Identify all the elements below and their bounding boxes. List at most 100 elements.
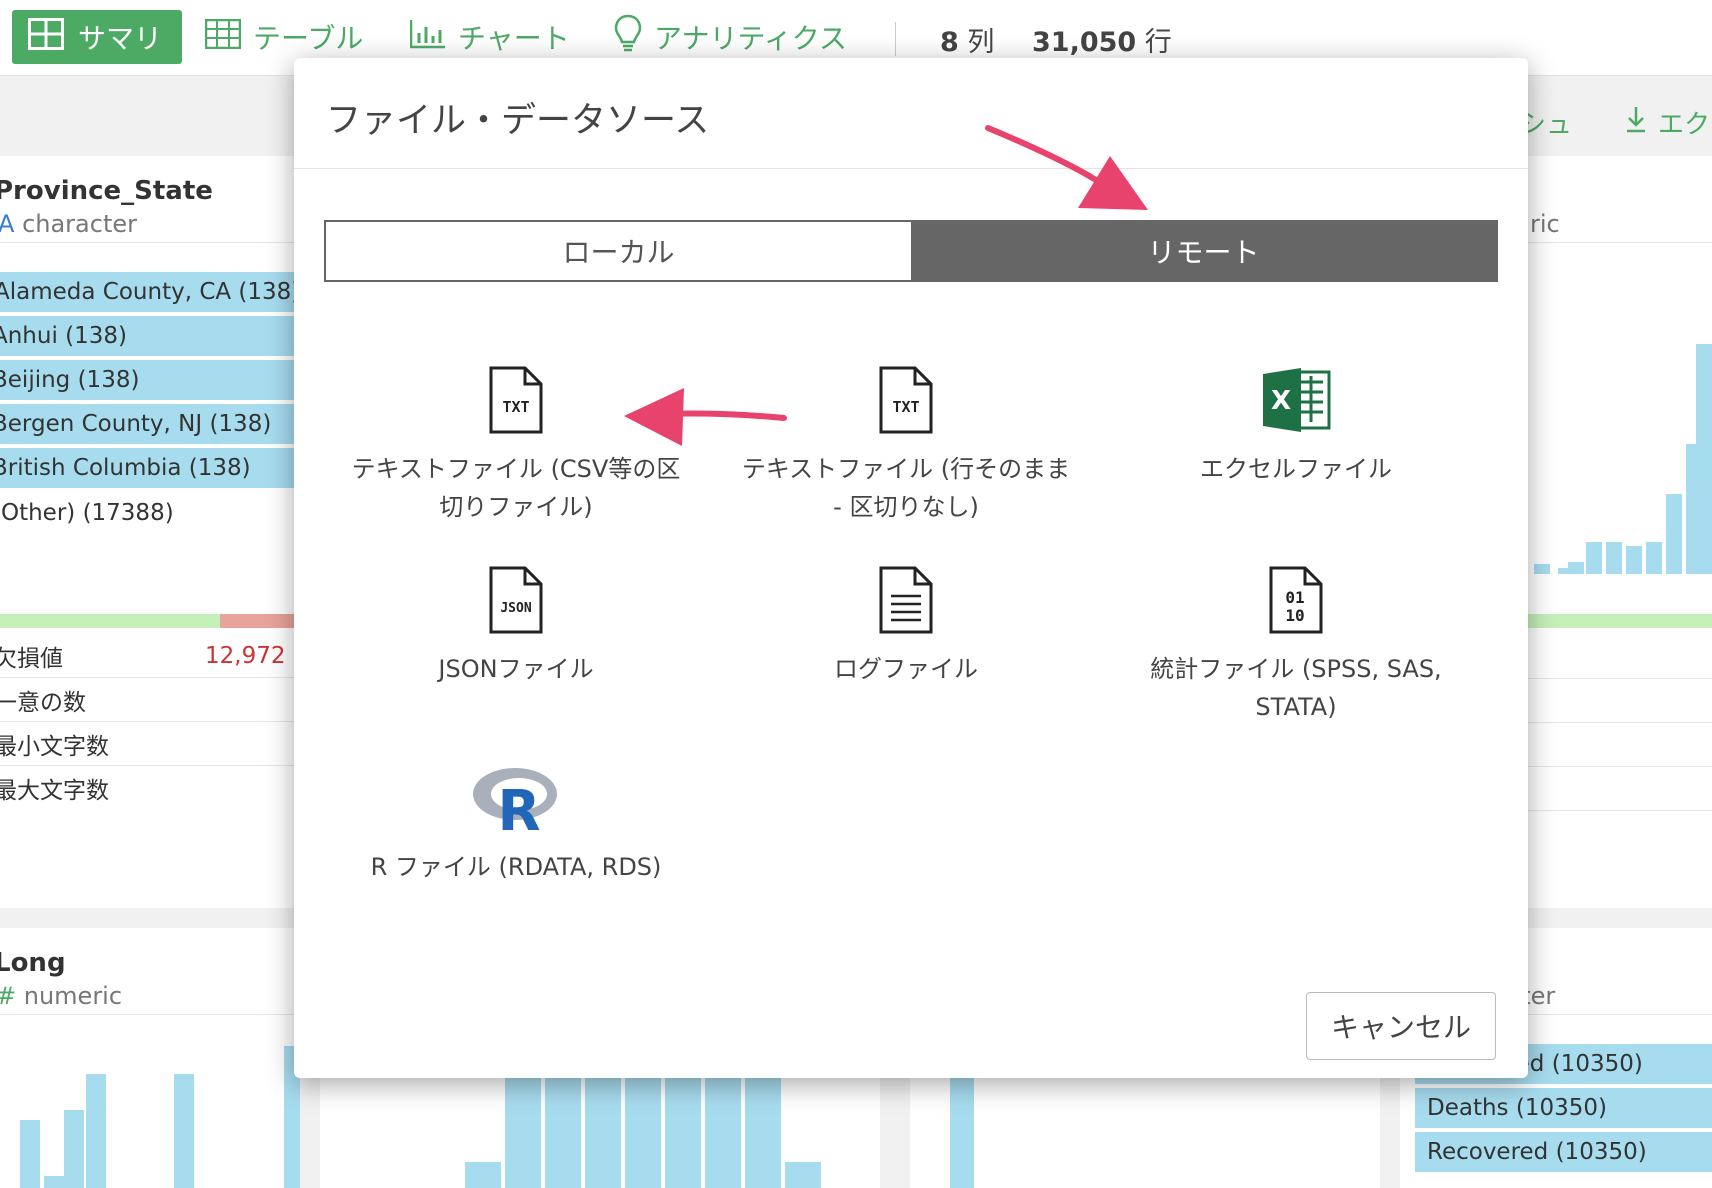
stat-missing: 欠損値 12,972: [0, 634, 300, 678]
row-count: 31,050 行: [1032, 27, 1172, 58]
histogram-bar[interactable]: [745, 1078, 781, 1188]
option-label: R ファイル (RDATA, RDS): [370, 853, 662, 881]
option-label: 統計ファイル (SPSS, SAS, STATA): [1150, 655, 1442, 721]
histogram-bar[interactable]: [585, 1078, 621, 1188]
numeric-type-icon: #: [0, 982, 16, 1010]
option-r-file[interactable]: R R ファイル (RDATA, RDS): [326, 758, 706, 886]
option-label: ログファイル: [834, 655, 978, 683]
json-file-icon: JSON: [489, 560, 543, 640]
value-bar[interactable]: Alameda County, CA (138): [0, 272, 300, 312]
column-type: A character: [0, 210, 137, 238]
tab-local[interactable]: ローカル: [326, 222, 911, 280]
column-card-long: Long # numeric: [0, 928, 300, 1188]
divider: [0, 1014, 300, 1015]
txt-file-icon: TXT: [879, 360, 933, 440]
column-card-province-state: Province_State A character Alameda Count…: [0, 156, 300, 908]
dialog-divider: [294, 168, 1528, 169]
character-type-icon: A: [0, 210, 15, 238]
histogram-bar[interactable]: [785, 1162, 821, 1188]
column-type: # numeric: [0, 982, 122, 1010]
option-label: JSONファイル: [438, 655, 594, 683]
column-name: Long: [0, 948, 66, 978]
option-log[interactable]: ログファイル: [716, 560, 1096, 688]
option-statistics[interactable]: 01 10 統計ファイル (SPSS, SAS, STATA): [1106, 560, 1486, 726]
source-toggle: ローカル リモート: [324, 220, 1498, 282]
histogram-bar[interactable]: [1586, 542, 1602, 574]
value-bar[interactable]: Recovered (10350): [1415, 1132, 1712, 1172]
histogram-bar[interactable]: [950, 1078, 974, 1188]
histogram-bar[interactable]: [665, 1078, 701, 1188]
stat-min-length: 最小文字数: [0, 722, 300, 766]
histogram-bar[interactable]: [1666, 494, 1682, 574]
svg-text:TXT: TXT: [892, 398, 919, 416]
stat-max-length: 最大文字数: [0, 778, 109, 804]
option-label: エクセルファイル: [1200, 455, 1392, 483]
value-bar[interactable]: Beijing (138): [0, 360, 300, 400]
option-label: テキストファイル (行そのまま - 区切りなし): [741, 455, 1071, 521]
value-bar[interactable]: Deaths (10350): [1415, 1088, 1712, 1128]
excel-icon: X: [1261, 360, 1331, 440]
histogram-bar[interactable]: [705, 1078, 741, 1188]
column-count: 8 列: [940, 27, 995, 58]
histogram-bar[interactable]: [1626, 546, 1642, 574]
value-bar[interactable]: British Columbia (138): [0, 448, 300, 488]
cancel-button[interactable]: キャンセル: [1306, 992, 1496, 1060]
histogram-bar[interactable]: [625, 1078, 661, 1188]
svg-text:JSON: JSON: [500, 601, 531, 616]
other-value: (Other) (17388): [0, 500, 174, 526]
valid-ratio-bar: [0, 614, 220, 628]
bar-chart-icon: [409, 19, 446, 56]
histogram-bar[interactable]: [1534, 564, 1550, 574]
column-type: ric: [1530, 210, 1560, 238]
svg-text:X: X: [1271, 386, 1291, 416]
tab-summary-label: サマリ: [78, 22, 163, 55]
file-datasource-dialog: ファイル・データソース ローカル リモート TXT テキストファイル (CSV等…: [294, 58, 1528, 1078]
export-link[interactable]: エク: [1626, 104, 1710, 141]
histogram-bar[interactable]: [1646, 542, 1662, 574]
tab-analytics[interactable]: アナリティクス: [614, 14, 847, 60]
option-text-delimited[interactable]: TXT テキストファイル (CSV等の区切りファイル): [326, 360, 706, 526]
histogram-bar[interactable]: [1696, 344, 1712, 574]
log-file-icon: [879, 560, 933, 640]
histogram-bar[interactable]: [64, 1110, 84, 1188]
histogram-bar[interactable]: [44, 1176, 64, 1188]
value-bar[interactable]: Bergen County, NJ (138): [0, 404, 300, 444]
dialog-title: ファイル・データソース: [326, 101, 710, 141]
column-card-histogram: [320, 1078, 880, 1188]
column-card-histogram-2: [910, 1078, 1380, 1188]
tab-summary[interactable]: サマリ: [12, 10, 182, 64]
histogram-bar[interactable]: [20, 1120, 40, 1188]
stat-unique: 一意の数: [0, 678, 300, 722]
tab-table[interactable]: テーブル: [204, 14, 364, 60]
svg-text:10: 10: [1285, 606, 1304, 625]
svg-text:01: 01: [1285, 588, 1304, 607]
binary-file-icon: 01 10: [1269, 560, 1323, 640]
table-icon: [204, 18, 242, 56]
histogram-bar[interactable]: [465, 1162, 501, 1188]
tab-table-label: テーブル: [253, 22, 364, 55]
histogram-bar[interactable]: [174, 1074, 194, 1188]
grid-icon: [28, 17, 64, 57]
histogram-bar[interactable]: [1568, 562, 1584, 574]
value-bar[interactable]: Anhui (138): [0, 316, 300, 356]
option-text-raw[interactable]: TXT テキストファイル (行そのまま - 区切りなし): [716, 360, 1096, 526]
option-excel[interactable]: X エクセルファイル: [1106, 360, 1486, 488]
column-name: Province_State: [0, 176, 213, 206]
tab-chart-label: チャート: [458, 22, 570, 55]
histogram-bar[interactable]: [505, 1078, 541, 1188]
divider: [0, 242, 300, 243]
histogram-bar[interactable]: [545, 1078, 581, 1188]
option-json[interactable]: JSON JSONファイル: [326, 560, 706, 688]
toolbar-separator: [895, 22, 896, 56]
tab-chart[interactable]: チャート: [409, 14, 570, 60]
tab-analytics-label: アナリティクス: [654, 22, 847, 55]
svg-text:TXT: TXT: [502, 398, 529, 416]
histogram-bar[interactable]: [1606, 542, 1622, 574]
missing-ratio-bar: [220, 614, 300, 628]
tab-remote[interactable]: リモート: [911, 222, 1496, 280]
histogram-bar[interactable]: [86, 1074, 106, 1188]
r-logo-icon: R: [471, 758, 561, 838]
download-icon: [1626, 105, 1646, 140]
lightbulb-icon: [614, 14, 642, 61]
txt-file-icon: TXT: [489, 360, 543, 440]
